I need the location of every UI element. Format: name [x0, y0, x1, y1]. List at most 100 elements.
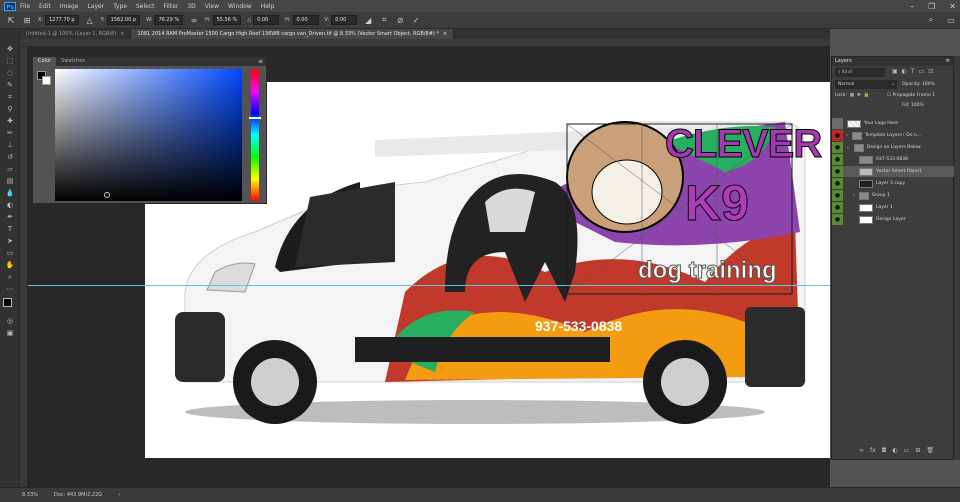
lasso-tool-icon[interactable]: ◌: [0, 67, 20, 79]
eyedropper-tool-icon[interactable]: ⚲: [0, 103, 20, 115]
fill-field[interactable]: Fill: 100%: [902, 103, 924, 108]
healing-tool-icon[interactable]: ✚: [0, 115, 20, 127]
tab-color[interactable]: Color: [33, 57, 57, 66]
layer-style-icon[interactable]: fx: [870, 447, 876, 454]
filter-smart-icon[interactable]: ⊡: [928, 68, 933, 75]
pen-tool-icon[interactable]: ✒: [0, 211, 20, 223]
delete-layer-icon[interactable]: 🗑: [926, 447, 934, 454]
lock-position-icon[interactable]: ✥: [857, 93, 861, 98]
link-icon[interactable]: ∞: [189, 15, 199, 25]
shape-tool-icon[interactable]: ▭: [0, 247, 20, 259]
w-field[interactable]: W: 76.29 %: [146, 15, 184, 25]
color-field[interactable]: [55, 69, 242, 201]
hand-tool-icon[interactable]: ✋: [0, 259, 20, 271]
eye-icon[interactable]: ●: [832, 130, 843, 141]
zoom-level[interactable]: 8.33%: [22, 492, 38, 498]
filter-type-icon[interactable]: T: [911, 68, 915, 75]
layer-filter-kind[interactable]: ⌕ Kind: [835, 68, 885, 77]
warp-icon[interactable]: ⌗: [379, 15, 389, 25]
foreground-color-swatch[interactable]: [3, 298, 12, 307]
document-size[interactable]: Doc: 443.9M/2.22G: [54, 492, 102, 498]
search-icon[interactable]: ⌕: [926, 15, 936, 25]
stamp-tool-icon[interactable]: ⊥: [0, 139, 20, 151]
layer-row[interactable]: ● 937-533-0838: [832, 154, 955, 165]
propagate-frame[interactable]: ☐ Propagate Frame 1: [887, 93, 935, 98]
move-tool-icon[interactable]: ✥: [0, 43, 20, 55]
vertical-ruler[interactable]: [20, 47, 28, 487]
menu-layer[interactable]: Layer: [87, 3, 104, 10]
opacity-field[interactable]: Opacity: 100%: [902, 82, 935, 87]
layer-row[interactable]: ● › Group 1: [832, 190, 955, 201]
v-skew-value[interactable]: 0.00: [331, 15, 358, 25]
menu-view[interactable]: View: [205, 3, 219, 10]
screen-mode-icon[interactable]: ▣: [0, 327, 20, 339]
y-field[interactable]: Y: 1562.00 p: [101, 15, 141, 25]
close-icon[interactable]: ✕: [949, 2, 956, 11]
x-field[interactable]: X: 1277.70 p: [38, 15, 79, 25]
brush-tool-icon[interactable]: ✏: [0, 127, 20, 139]
color-swatches[interactable]: [0, 295, 19, 315]
minimize-icon[interactable]: –: [910, 2, 914, 11]
tab-untitled-1[interactable]: Untitled-1 @ 100% (Layer 1, RGB/8) ×: [20, 29, 132, 39]
menu-3d[interactable]: 3D: [187, 3, 195, 10]
panel-background-swatch[interactable]: [42, 76, 51, 85]
horizontal-guide[interactable]: [28, 285, 830, 286]
dodge-tool-icon[interactable]: ◐: [0, 199, 20, 211]
lock-all-icon[interactable]: 🔒: [864, 93, 870, 98]
adjustment-layer-icon[interactable]: ◐: [892, 447, 897, 454]
h-value[interactable]: 55.56 %: [212, 15, 242, 25]
panel-menu-icon[interactable]: ≡: [258, 58, 263, 65]
tab-van-document[interactable]: 1081 2014 RAM ProMaster 1500 Cargo High …: [131, 29, 455, 39]
tab-swatches[interactable]: Swatches: [56, 57, 90, 66]
interpolation-icon[interactable]: ◢: [363, 15, 373, 25]
transform-tool-icon[interactable]: ⇱: [6, 15, 16, 25]
filter-pixel-icon[interactable]: ▣: [892, 68, 898, 75]
eye-icon[interactable]: ●: [832, 154, 843, 165]
layer-row-selected[interactable]: ● Vector Smart Object: [832, 166, 955, 177]
expand-icon[interactable]: ›: [853, 193, 855, 198]
link-layers-icon[interactable]: ∞: [859, 447, 864, 454]
more-tools-icon[interactable]: ⋯: [0, 283, 20, 295]
h-skew-field[interactable]: H: 0.00: [285, 15, 319, 25]
eye-icon[interactable]: ●: [832, 190, 843, 201]
menu-select[interactable]: Select: [136, 3, 155, 10]
layer-row[interactable]: ● Layer 3 copy: [832, 178, 955, 189]
collapse-icon[interactable]: ⌄: [846, 145, 850, 150]
menu-type[interactable]: Type: [113, 3, 127, 10]
lock-pixels-icon[interactable]: ▦: [850, 93, 854, 98]
zoom-tool-icon[interactable]: ⌕: [0, 271, 20, 283]
type-tool-icon[interactable]: T: [0, 223, 20, 235]
w-value[interactable]: 76.29 %: [154, 15, 184, 25]
color-picker-cursor[interactable]: [104, 192, 110, 198]
close-tab-icon[interactable]: ×: [120, 31, 124, 37]
y-value[interactable]: 1562.00 p: [106, 15, 141, 25]
h-skew-value[interactable]: 0.00: [292, 15, 319, 25]
fill-value[interactable]: 100%: [911, 103, 924, 108]
visibility-toggle[interactable]: [832, 118, 843, 129]
layer-row[interactable]: ● Design Layer: [832, 214, 955, 225]
blend-mode-select[interactable]: Normal ⌄: [835, 80, 897, 89]
menu-window[interactable]: Window: [228, 3, 252, 10]
workspace-icon[interactable]: ▭: [946, 15, 956, 25]
menu-help[interactable]: Help: [261, 3, 275, 10]
crop-tool-icon[interactable]: ⌗: [0, 91, 20, 103]
relative-position-icon[interactable]: △: [85, 15, 95, 25]
v-skew-field[interactable]: V: 0.00: [325, 15, 358, 25]
menu-filter[interactable]: Filter: [164, 3, 179, 10]
close-tab-icon[interactable]: ×: [443, 31, 447, 37]
path-select-tool-icon[interactable]: ➤: [0, 235, 20, 247]
filter-shape-icon[interactable]: ▭: [919, 68, 925, 75]
history-brush-tool-icon[interactable]: ↺: [0, 151, 20, 163]
quick-mask-icon[interactable]: ◎: [0, 315, 20, 327]
filter-adjust-icon[interactable]: ◐: [902, 68, 907, 75]
eye-icon[interactable]: ●: [832, 166, 843, 177]
layer-row[interactable]: Your Logo Here: [832, 118, 955, 129]
new-group-icon[interactable]: ▭: [904, 447, 910, 454]
commit-transform-icon[interactable]: ✓: [411, 15, 421, 25]
opacity-value[interactable]: 100%: [922, 82, 935, 87]
eye-icon[interactable]: ●: [832, 202, 843, 213]
eye-icon[interactable]: ●: [832, 214, 843, 225]
marquee-tool-icon[interactable]: ⬚: [0, 55, 20, 67]
x-value[interactable]: 1277.70 p: [45, 15, 79, 25]
status-arrow-icon[interactable]: ›: [118, 492, 120, 498]
